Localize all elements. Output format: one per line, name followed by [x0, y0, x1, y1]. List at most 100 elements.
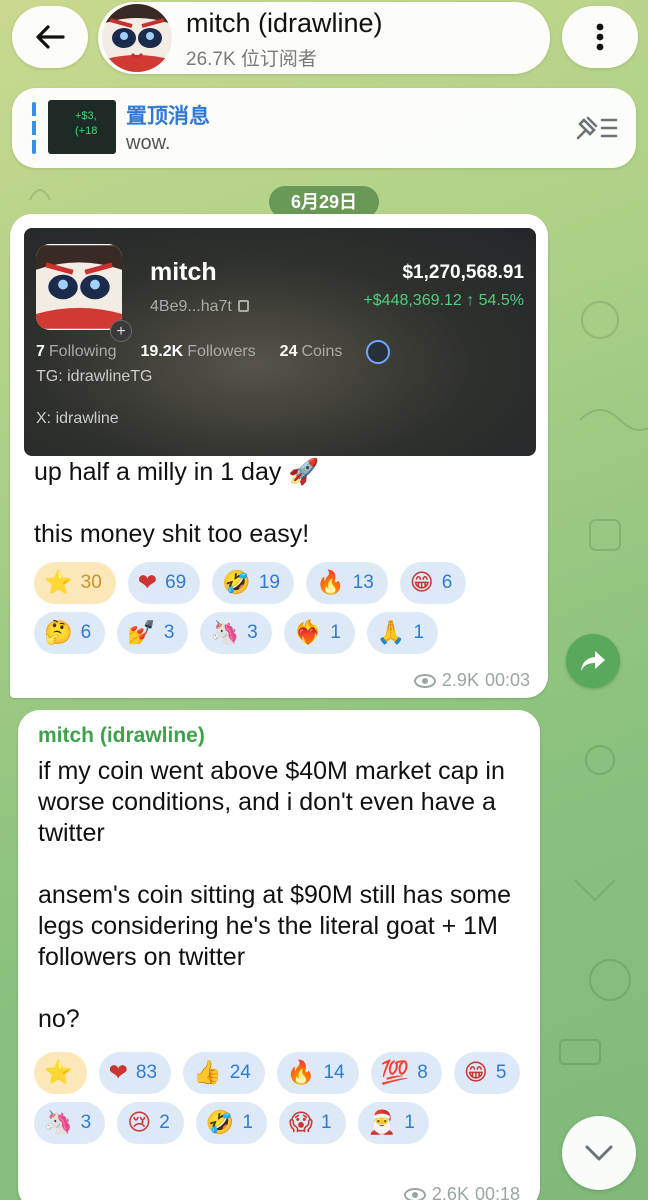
reaction-chip[interactable]: ⭐ [34, 1052, 87, 1094]
reaction-chip[interactable]: 🔥 14 [276, 1052, 359, 1094]
reactions: ⭐ ❤ 83 👍 24 🔥 14 💯 8 😁 5 🦄 3 😢 2 🤣 1 😱 1 🎅 1 [34, 1052, 532, 1144]
reaction-emoji-icon: ⭐ [44, 569, 73, 596]
reaction-emoji-icon: 🔥 [315, 569, 345, 596]
view-count: 2.9K [441, 670, 479, 690]
scroll-down-button[interactable] [562, 1116, 636, 1190]
reaction-emoji-icon: 🦄 [210, 619, 240, 646]
reaction-emoji-icon: 👍 [193, 1059, 222, 1086]
reaction-emoji-icon: 🤣 [205, 1109, 235, 1136]
message-time: 00:18 [474, 1184, 520, 1200]
message-meta: 2.9K 00:03 [413, 670, 530, 691]
reaction-chip[interactable]: 🦄 3 [34, 1102, 106, 1144]
chat-header: mitch (idrawline) 26.7K 位订阅者 [0, 0, 648, 82]
reaction-chip[interactable]: 🔥 13 [305, 562, 388, 604]
reactions: ⭐ 30 ❤ 69 🤣 19 🔥 13 😁 6 🤔 6 💅 3 🦄 3 ❤‍🔥 1 🙏 1 [34, 562, 534, 654]
pin-list-icon[interactable] [574, 110, 618, 142]
reaction-emoji-icon: 🙏 [376, 619, 406, 646]
reaction-count: 6 [80, 622, 92, 643]
reaction-emoji-icon: 🤔 [44, 619, 73, 646]
share-button[interactable] [566, 634, 620, 688]
copy-icon [237, 300, 249, 312]
eye-icon [413, 673, 436, 688]
reaction-chip[interactable]: 😢 2 [117, 1102, 184, 1144]
sender-name: mitch (idrawline) [38, 724, 205, 747]
share-arrow-icon [581, 651, 605, 671]
reaction-emoji-icon: ❤ [137, 569, 158, 596]
card-avatar [36, 244, 122, 330]
reaction-count: 24 [229, 1062, 251, 1083]
reaction-chip[interactable]: 😱 1 [279, 1102, 346, 1144]
reaction-emoji-icon: ❤‍🔥 [293, 619, 323, 646]
reaction-emoji-icon: 💅 [127, 619, 156, 646]
reaction-count: 1 [242, 1112, 253, 1133]
reaction-emoji-icon: 🦄 [44, 1109, 73, 1136]
subscriber-count: 26.7K 位订阅者 [186, 49, 317, 70]
reaction-count: 30 [80, 572, 102, 593]
more-vertical-icon [596, 23, 604, 51]
reaction-chip[interactable]: 😁 5 [453, 1052, 521, 1094]
reaction-emoji-icon: 😁 [463, 1059, 488, 1086]
reaction-emoji-icon: 🤣 [222, 569, 251, 596]
channel-avatar[interactable] [102, 4, 172, 72]
wallet-card-image[interactable]: + mitch 4Be9...ha7t $1,270,568.91 +$448,… [24, 228, 536, 456]
plus-icon: + [110, 320, 132, 342]
message-bubble[interactable]: mitch (idrawline) if my coin went above … [18, 710, 540, 1200]
reaction-count: 83 [135, 1062, 158, 1083]
reaction-emoji-icon: 💯 [380, 1059, 410, 1086]
reaction-chip[interactable]: 🤔 6 [34, 612, 106, 654]
reaction-emoji-icon: ⭐ [44, 1059, 73, 1086]
message-time: 00:03 [484, 670, 530, 690]
reaction-count: 3 [80, 1112, 92, 1133]
arrow-left-icon [36, 25, 65, 49]
reaction-chip[interactable]: 🦄 3 [200, 612, 272, 654]
back-button[interactable] [12, 6, 88, 68]
reaction-chip[interactable]: ❤‍🔥 1 [283, 612, 355, 654]
reaction-chip[interactable]: ❤ 69 [127, 562, 201, 604]
message-text: up half a milly in 1 day 🚀 this money sh… [34, 458, 320, 548]
reaction-count: 14 [323, 1062, 345, 1083]
card-tg: TG: idrawlineTG [36, 368, 153, 385]
pinned-thumbnail: +$3, (+18 [48, 100, 116, 154]
message-bubble[interactable]: + mitch 4Be9...ha7t $1,270,568.91 +$448,… [10, 214, 548, 698]
reaction-count: 19 [258, 572, 280, 593]
chevron-down-icon [585, 1145, 613, 1161]
reaction-chip[interactable]: 💅 3 [117, 612, 189, 654]
reaction-count: 13 [352, 572, 374, 593]
globe-icon [366, 340, 391, 364]
reaction-chip[interactable]: 💯 8 [370, 1052, 442, 1094]
pinned-message-bar[interactable]: +$3, (+18 置顶消息 wow. [12, 88, 636, 168]
reaction-count: 3 [163, 622, 175, 643]
pinned-title: 置顶消息 [126, 105, 210, 128]
wallet-balance: $1,270,568.91 [402, 262, 524, 283]
reaction-emoji-icon: 🔥 [286, 1059, 316, 1086]
reaction-emoji-icon: 😢 [127, 1109, 152, 1136]
reaction-count: 1 [320, 1112, 332, 1133]
reaction-chip[interactable]: 🙏 1 [366, 612, 439, 654]
reaction-chip[interactable]: 🤣 19 [212, 562, 294, 604]
reaction-chip[interactable]: ❤ 83 [98, 1052, 172, 1094]
reaction-chip[interactable]: 👍 24 [183, 1052, 265, 1094]
pinned-text: wow. [126, 132, 171, 154]
more-menu-button[interactable] [562, 6, 638, 68]
wallet-gain: +$448,369.12 ↑ 54.5% [363, 292, 524, 309]
wallet-address: 4Be9...ha7t [150, 298, 249, 316]
message-text: if my coin went above $40M market cap in… [38, 757, 512, 1033]
reaction-count: 69 [165, 572, 187, 593]
reaction-count: 8 [417, 1062, 428, 1083]
reaction-chip[interactable]: 😁 6 [399, 562, 467, 604]
reaction-chip[interactable]: 🤣 1 [195, 1102, 267, 1144]
reaction-count: 2 [159, 1112, 170, 1133]
message-meta: 2.6K 00:18 [403, 1184, 520, 1200]
card-x: X: idrawline [36, 410, 119, 427]
reaction-emoji-icon: ❤ [108, 1059, 128, 1086]
reaction-count: 1 [413, 622, 425, 643]
reaction-chip[interactable]: ⭐ 30 [34, 562, 116, 604]
reaction-emoji-icon: 🎅 [367, 1109, 397, 1136]
reaction-chip[interactable]: 🎅 1 [357, 1102, 429, 1144]
reaction-count: 1 [330, 622, 341, 643]
card-name: mitch [150, 258, 217, 286]
reaction-count: 3 [247, 622, 258, 643]
reaction-count: 5 [495, 1062, 507, 1083]
reaction-emoji-icon: 😁 [409, 569, 434, 596]
channel-info[interactable]: mitch (idrawline) 26.7K 位订阅者 [98, 2, 550, 74]
